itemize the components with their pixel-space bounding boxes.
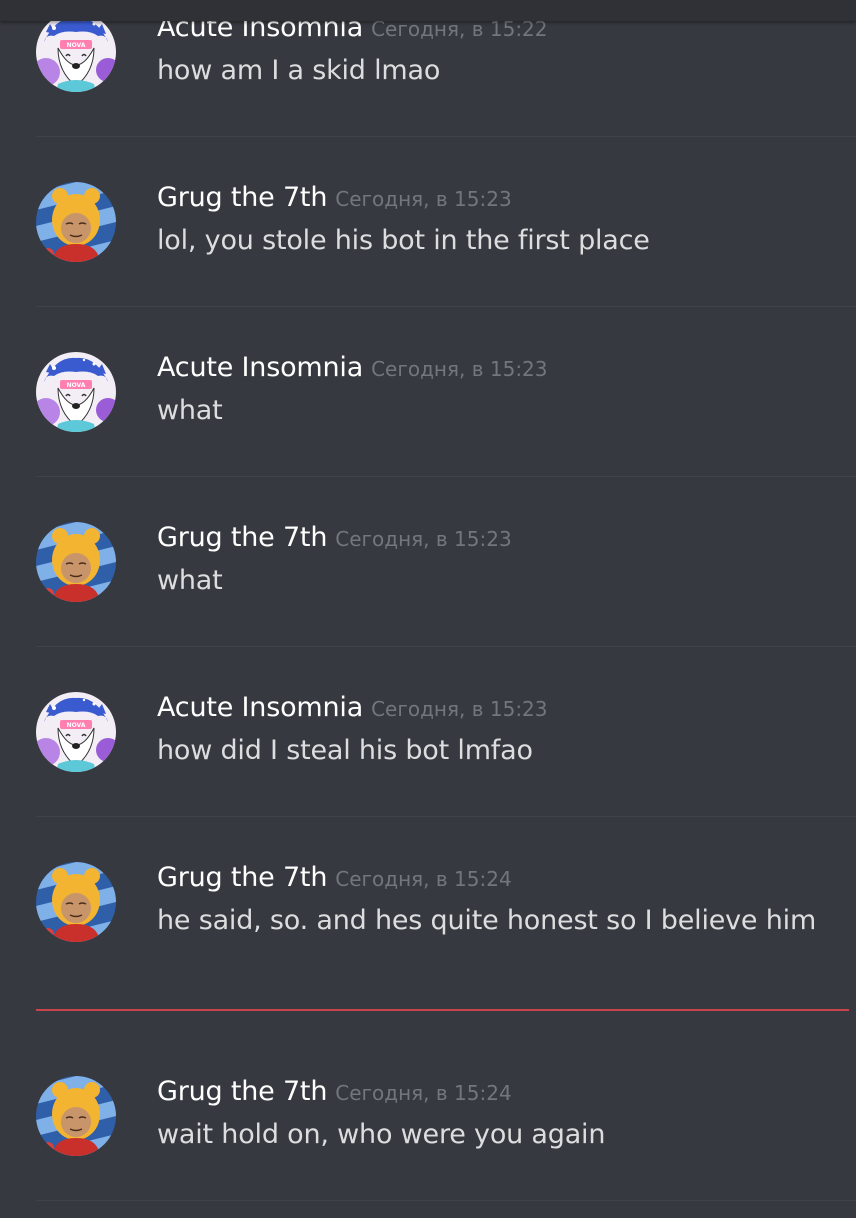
message-header: Grug the 7th Сегодня, в 15:24: [157, 862, 512, 893]
nova-avatar-icon[interactable]: [36, 352, 116, 432]
message-item[interactable]: Acute Insomnia Сегодня, в 15:23 how did I…: [0, 680, 856, 850]
message-header: Grug the 7th Сегодня, в 15:23: [157, 522, 512, 553]
channel-header-shadow: [0, 0, 856, 21]
message-content: wait hold on, who were you again: [157, 1119, 606, 1150]
message-header: Acute Insomnia Сегодня, в 15:23: [157, 352, 548, 383]
message-author[interactable]: Acute Insomnia: [157, 352, 363, 383]
message-author[interactable]: Grug the 7th: [157, 182, 327, 213]
new-messages-divider: [36, 1009, 849, 1011]
message-divider: [36, 476, 856, 477]
message-divider: [36, 1200, 856, 1201]
message-timestamp[interactable]: Сегодня, в 15:24: [335, 1081, 511, 1105]
message-content: how did I steal his bot lmfao: [157, 735, 533, 766]
message-timestamp[interactable]: Сегодня, в 15:24: [335, 867, 511, 891]
message-item[interactable]: Grug the 7th Сегодня, в 15:24 wait hold o…: [0, 1064, 856, 1218]
message-author[interactable]: Grug the 7th: [157, 862, 327, 893]
pooh-avatar-icon[interactable]: [36, 182, 116, 262]
message-author[interactable]: Grug the 7th: [157, 522, 327, 553]
message-content: what: [157, 565, 223, 596]
message-divider: [36, 136, 856, 137]
message-divider: [36, 646, 856, 647]
message-timestamp[interactable]: Сегодня, в 15:23: [371, 697, 547, 721]
message-timestamp[interactable]: Сегодня, в 15:23: [371, 357, 547, 381]
message-author[interactable]: Grug the 7th: [157, 1076, 327, 1107]
nova-avatar-icon[interactable]: [36, 692, 116, 772]
message-content: how am I a skid lmao: [157, 55, 441, 86]
message-content: what: [157, 395, 223, 426]
message-content: lol, you stole his bot in the first plac…: [157, 225, 650, 256]
message-timestamp[interactable]: Сегодня, в 15:23: [335, 527, 511, 551]
message-content: he said, so. and hes quite honest so I b…: [157, 905, 817, 936]
pooh-avatar-icon[interactable]: [36, 862, 116, 942]
pooh-avatar-icon[interactable]: [36, 522, 116, 602]
nova-avatar-icon[interactable]: [36, 12, 116, 92]
message-item[interactable]: Grug the 7th Сегодня, в 15:23 what: [0, 510, 856, 680]
message-item[interactable]: Acute Insomnia Сегодня, в 15:23 what: [0, 340, 856, 510]
message-header: Grug the 7th Сегодня, в 15:24: [157, 1076, 512, 1107]
message-timestamp[interactable]: Сегодня, в 15:23: [335, 187, 511, 211]
message-item[interactable]: Grug the 7th Сегодня, в 15:23 lol, you st…: [0, 170, 856, 340]
pooh-avatar-icon[interactable]: [36, 1076, 116, 1156]
chat-message-list: Acute Insomnia Сегодня, в 15:22 how am I …: [0, 0, 856, 1218]
message-author[interactable]: Acute Insomnia: [157, 692, 363, 723]
message-header: Acute Insomnia Сегодня, в 15:23: [157, 692, 548, 723]
message-divider: [36, 306, 856, 307]
message-header: Grug the 7th Сегодня, в 15:23: [157, 182, 512, 213]
message-item[interactable]: Grug the 7th Сегодня, в 15:24 he said, so…: [0, 850, 856, 1020]
message-divider: [36, 816, 856, 817]
